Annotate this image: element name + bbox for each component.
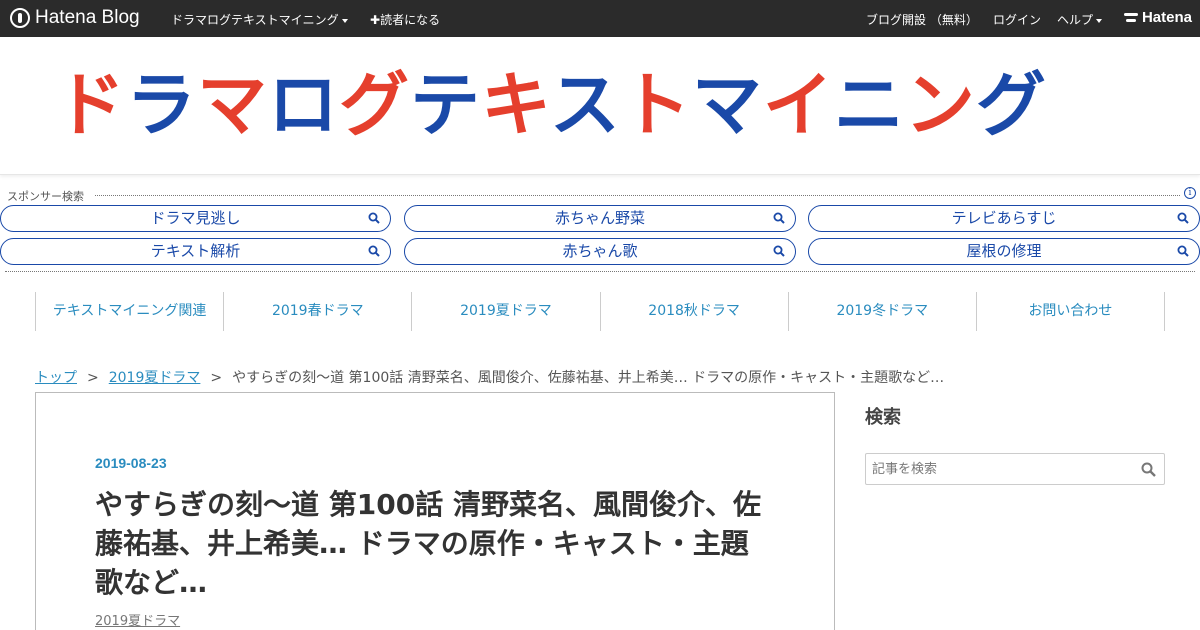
article-title[interactable]: やすらぎの刻～道 第100話 清野菜名、風間俊介、佐藤祐基、井上希美… ドラマの… — [95, 485, 775, 602]
sponsor-search-pill[interactable]: 赤ちゃん歌 — [404, 238, 796, 265]
search-input[interactable] — [866, 454, 1126, 484]
search-icon — [368, 212, 380, 224]
breadcrumb-separator: > — [210, 370, 223, 386]
subscribe-button[interactable]: ✚読者になる — [370, 11, 440, 28]
logo-glyph: マ — [691, 64, 763, 146]
divider — [5, 271, 1195, 272]
breadcrumb-top-link[interactable]: トップ — [35, 370, 77, 386]
search-icon — [368, 245, 380, 257]
hatena-blog-logo[interactable]: Hatena Blog — [10, 7, 140, 29]
sponsor-search-pill[interactable]: テレビあらすじ — [808, 205, 1200, 232]
search-icon[interactable] — [1141, 462, 1156, 477]
article-card: 2019-08-23 やすらぎの刻～道 第100話 清野菜名、風間俊介、佐藤祐基… — [35, 392, 835, 630]
breadcrumb-separator: > — [87, 370, 99, 386]
search-icon — [773, 212, 785, 224]
breadcrumb-current: やすらぎの刻～道 第100話 清野菜名、風間俊介、佐藤祐基、井上希美… ドラマの… — [232, 370, 945, 386]
nav-item-text-mining[interactable]: テキストマイニング関連 — [36, 292, 225, 331]
logo-glyph: マ — [197, 64, 268, 146]
help-menu[interactable]: ヘルプ — [1057, 11, 1103, 28]
sponsor-search-pill[interactable]: ドラマ見逃し — [0, 205, 391, 232]
search-icon — [1177, 245, 1189, 257]
pill-label: ドラマ見逃し — [150, 209, 241, 227]
blog-menu[interactable]: ドラマログテキストマイニング — [171, 11, 348, 28]
help-label: ヘルプ — [1057, 13, 1094, 27]
plus-icon: ✚ — [370, 13, 381, 27]
chevron-down-icon — [341, 18, 348, 23]
logo-glyph: グ — [339, 64, 410, 146]
logo-glyph: グ — [975, 64, 1047, 146]
hatena-blog-icon — [10, 8, 30, 28]
sidebar-search-title: 検索 — [865, 407, 901, 428]
sponsor-search-pill[interactable]: 屋根の修理 — [808, 238, 1200, 265]
category-nav: テキストマイニング関連 2019春ドラマ 2019夏ドラマ 2018秋ドラマ 2… — [35, 292, 1166, 331]
sponsor-search-pill[interactable]: 赤ちゃん野菜 — [404, 205, 796, 232]
logo-glyph: ト — [620, 64, 692, 146]
nav-item-2019-spring[interactable]: 2019春ドラマ — [224, 292, 413, 331]
nav-item-2019-summer[interactable]: 2019夏ドラマ — [412, 292, 601, 331]
logo-glyph: イ — [762, 64, 834, 146]
blog-title-logo[interactable]: ドラマログテキストマイニング — [55, 65, 1145, 145]
nav-item-contact[interactable]: お問い合わせ — [977, 292, 1166, 331]
nav-item-2019-winter[interactable]: 2019冬ドラマ — [789, 292, 977, 331]
logo-glyph: ス — [549, 64, 621, 146]
pill-label: 赤ちゃん歌 — [562, 242, 638, 260]
global-header: Hatena Blog ドラマログテキストマイニング ✚読者になる ブログ開設 … — [0, 0, 1200, 37]
pill-label: 屋根の修理 — [966, 242, 1042, 260]
sponsor-search-pill[interactable]: テキスト解析 — [0, 238, 391, 265]
sponsor-search-label: スポンサー検索 — [7, 190, 84, 203]
logo-glyph: ン — [904, 64, 976, 146]
logo-glyph: ロ — [268, 64, 339, 146]
login-link[interactable]: ログイン — [993, 11, 1041, 28]
blog-header: ドラマログテキストマイニング — [0, 37, 1200, 175]
open-blog-link[interactable]: ブログ開設 （無料） — [866, 11, 978, 28]
hatena-logo[interactable]: Hatena — [1123, 9, 1192, 26]
search-icon — [773, 245, 785, 257]
pill-label: テレビあらすじ — [951, 209, 1057, 227]
logo-glyph: キ — [481, 64, 550, 146]
sidebar-search-box — [865, 453, 1165, 485]
logo-glyph: ニ — [833, 64, 905, 146]
hatena-text: Hatena — [1141, 9, 1192, 26]
info-icon[interactable]: i — [1184, 187, 1196, 199]
logo-glyph: ド — [55, 64, 126, 146]
brand-text: Hatena Blog — [35, 7, 140, 28]
nav-item-2018-autumn[interactable]: 2018秋ドラマ — [601, 292, 789, 331]
logo-glyph: ラ — [126, 64, 197, 146]
search-icon — [1177, 212, 1189, 224]
hatena-menu-icon — [1123, 12, 1138, 24]
chevron-down-icon — [1096, 18, 1103, 23]
pill-label: テキスト解析 — [150, 242, 241, 260]
divider — [95, 195, 1180, 196]
article-category-link[interactable]: 2019夏ドラマ — [95, 610, 180, 629]
article-date[interactable]: 2019-08-23 — [95, 455, 167, 471]
breadcrumb: トップ >2019夏ドラマ > やすらぎの刻～道 第100話 清野菜名、風間俊介、佐藤… — [35, 367, 944, 387]
pill-label: 赤ちゃん野菜 — [554, 209, 645, 227]
blog-menu-label: ドラマログテキストマイニング — [171, 13, 339, 27]
breadcrumb-category-link[interactable]: 2019夏ドラマ — [109, 370, 201, 386]
logo-glyph: テ — [410, 64, 481, 146]
subscribe-label: 読者になる — [380, 13, 441, 27]
